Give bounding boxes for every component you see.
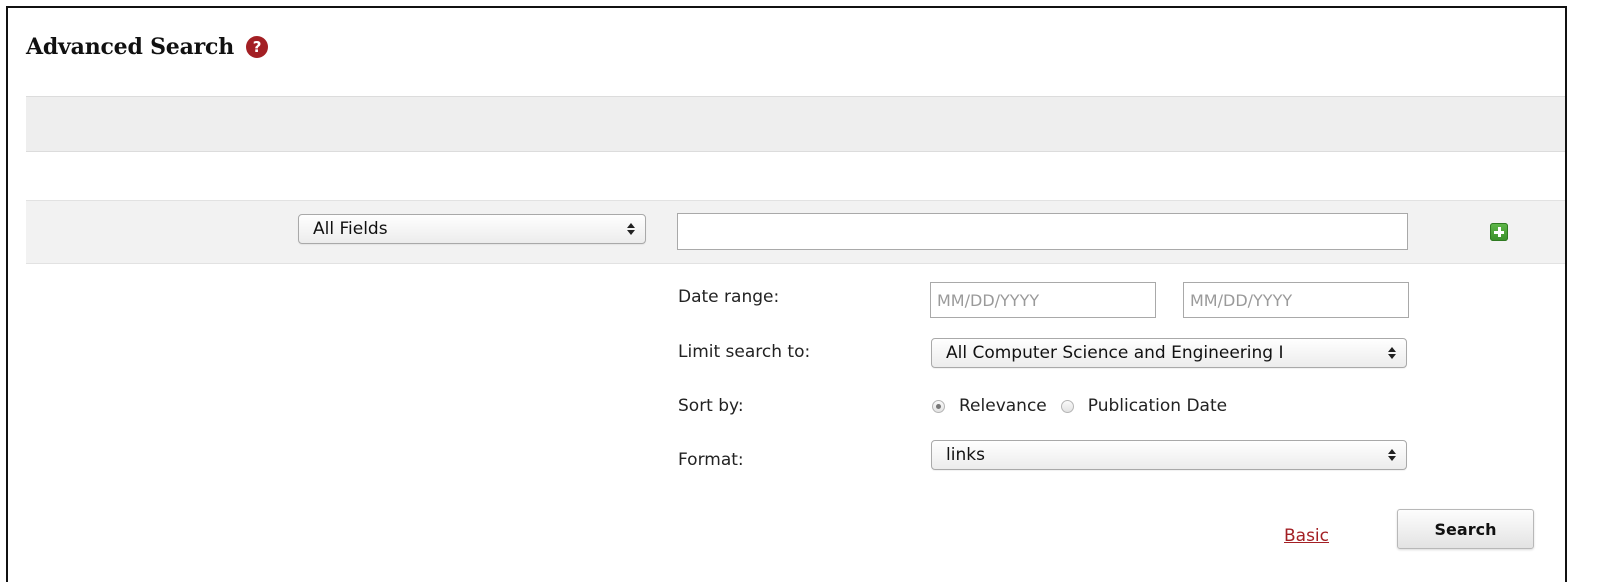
field-select[interactable]: All Fields bbox=[298, 214, 646, 244]
select-arrows-icon bbox=[626, 221, 636, 237]
limit-search-value: All Computer Science and Engineering I bbox=[946, 343, 1284, 363]
format-label: Format: bbox=[678, 450, 744, 470]
limit-search-select[interactable]: All Computer Science and Engineering I bbox=[931, 338, 1407, 368]
sort-relevance-radio[interactable] bbox=[932, 399, 945, 413]
field-select-value: All Fields bbox=[313, 219, 388, 239]
sort-publication-date-label[interactable]: Publication Date bbox=[1088, 396, 1227, 416]
sort-publication-date-radio[interactable] bbox=[1060, 399, 1074, 413]
sort-by-label: Sort by: bbox=[678, 396, 744, 416]
title-row: Advanced Search ? bbox=[26, 30, 269, 64]
search-term-input[interactable] bbox=[677, 213, 1408, 250]
select-arrows-icon bbox=[1387, 447, 1397, 463]
date-to-field[interactable] bbox=[1183, 282, 1409, 318]
format-value: links bbox=[946, 445, 985, 465]
page-title: Advanced Search bbox=[26, 34, 235, 60]
sort-relevance-label[interactable]: Relevance bbox=[959, 396, 1047, 416]
add-row-button[interactable] bbox=[1490, 223, 1508, 241]
date-range-label: Date range: bbox=[678, 287, 780, 307]
message-bar bbox=[26, 96, 1565, 152]
format-select[interactable]: links bbox=[931, 440, 1407, 470]
basic-search-link[interactable]: Basic bbox=[1284, 526, 1329, 546]
help-icon[interactable]: ? bbox=[246, 36, 269, 58]
date-from-field[interactable] bbox=[930, 282, 1156, 318]
sort-radio-group: Relevance Publication Date bbox=[932, 394, 1241, 418]
search-button[interactable]: Search bbox=[1397, 509, 1534, 549]
select-arrows-icon bbox=[1387, 345, 1397, 361]
limit-search-label: Limit search to: bbox=[678, 342, 811, 362]
